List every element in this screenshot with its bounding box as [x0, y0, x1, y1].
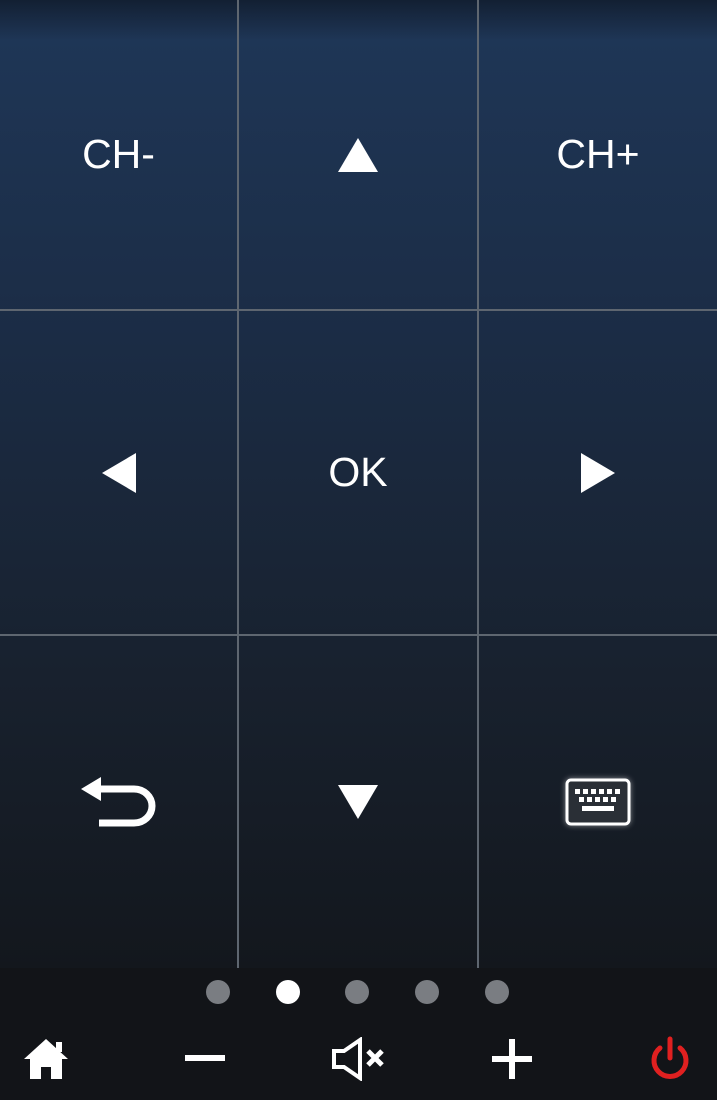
channel-down-label: CH-	[82, 131, 155, 177]
channel-down-button[interactable]: CH-	[0, 0, 237, 309]
remote-keypad: CH- CH+ OK	[0, 0, 717, 968]
page-dot[interactable]	[345, 980, 369, 1004]
power-button[interactable]	[620, 1018, 717, 1100]
keyboard-button[interactable]	[479, 636, 717, 968]
ok-label: OK	[328, 449, 388, 495]
home-icon	[24, 1039, 68, 1079]
volume-up-button[interactable]	[462, 1018, 562, 1100]
channel-up-button[interactable]: CH+	[479, 0, 717, 309]
down-button[interactable]	[239, 636, 477, 968]
page-dot[interactable]	[415, 980, 439, 1004]
triangle-up-icon	[338, 137, 378, 172]
mute-button[interactable]	[309, 1018, 409, 1100]
remote-app: CH- CH+ OK	[0, 0, 717, 1100]
keyboard-icon	[565, 778, 631, 826]
volume-up-icon	[492, 1039, 532, 1079]
mute-icon	[332, 1037, 384, 1081]
volume-down-button[interactable]	[155, 1018, 255, 1100]
left-button[interactable]	[0, 311, 237, 634]
right-button[interactable]	[479, 311, 717, 634]
home-button[interactable]	[0, 1018, 96, 1100]
page-indicator	[0, 968, 717, 1018]
volume-down-icon	[185, 1055, 225, 1061]
page-dot-active[interactable]	[276, 980, 300, 1004]
power-icon	[651, 1036, 689, 1079]
ok-button[interactable]: OK	[239, 311, 477, 634]
page-dot[interactable]	[206, 980, 230, 1004]
bottom-action-bar	[0, 1018, 717, 1100]
channel-up-label: CH+	[556, 131, 640, 177]
up-button[interactable]	[239, 0, 477, 309]
back-arrow-icon	[80, 777, 155, 827]
triangle-down-icon	[338, 785, 378, 819]
page-dot[interactable]	[485, 980, 509, 1004]
triangle-left-icon	[101, 452, 136, 493]
triangle-right-icon	[581, 452, 615, 493]
back-button[interactable]	[0, 636, 237, 968]
